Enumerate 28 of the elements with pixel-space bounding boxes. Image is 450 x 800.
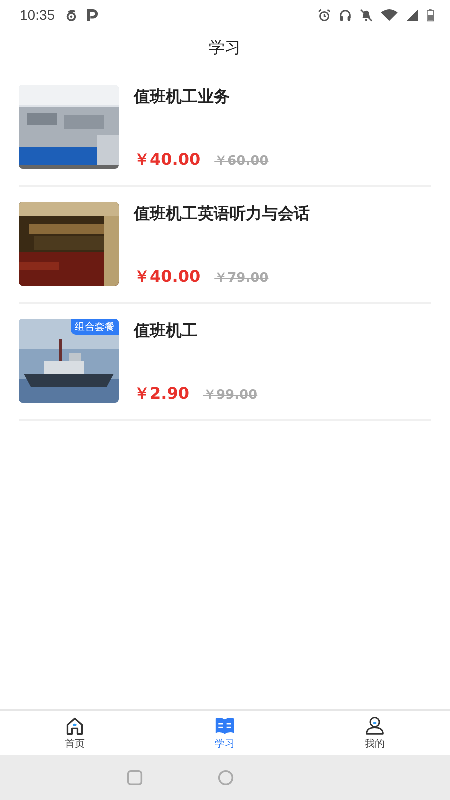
wifi-icon [381,8,398,22]
tab[interactable]: 首页 [0,711,150,755]
home-button[interactable] [218,770,234,786]
alarm-icon [318,8,331,22]
original-price: ￥79.00 [214,270,269,287]
parking-icon [86,8,100,22]
course-title[interactable]: 值班机工 [134,321,431,342]
person-icon [364,716,386,736]
headphones-icon [339,8,352,22]
original-price: ￥60.00 [214,153,269,170]
course-price: ￥40.00 [134,150,201,171]
home-icon [64,716,86,736]
tab[interactable]: 我的 [300,711,450,755]
tab[interactable]: 学习 [150,711,300,755]
course-title[interactable]: 值班机工英语听力与会话 [134,204,431,225]
book-icon [214,716,236,736]
recents-button[interactable] [126,770,142,786]
bell-off-icon [360,8,373,22]
course-price: ￥2.90 [134,384,190,405]
original-price: ￥99.00 [203,387,258,404]
swirl-icon [65,8,78,22]
status-time: 10:35 [20,7,56,23]
course-badge: 组合套餐 [71,319,119,335]
course-price: ￥40.00 [134,267,201,288]
signal-icon [406,8,419,22]
page-title: 学习 [209,38,241,58]
battery-icon [427,8,434,22]
course-title[interactable]: 值班机工业务 [134,87,431,108]
